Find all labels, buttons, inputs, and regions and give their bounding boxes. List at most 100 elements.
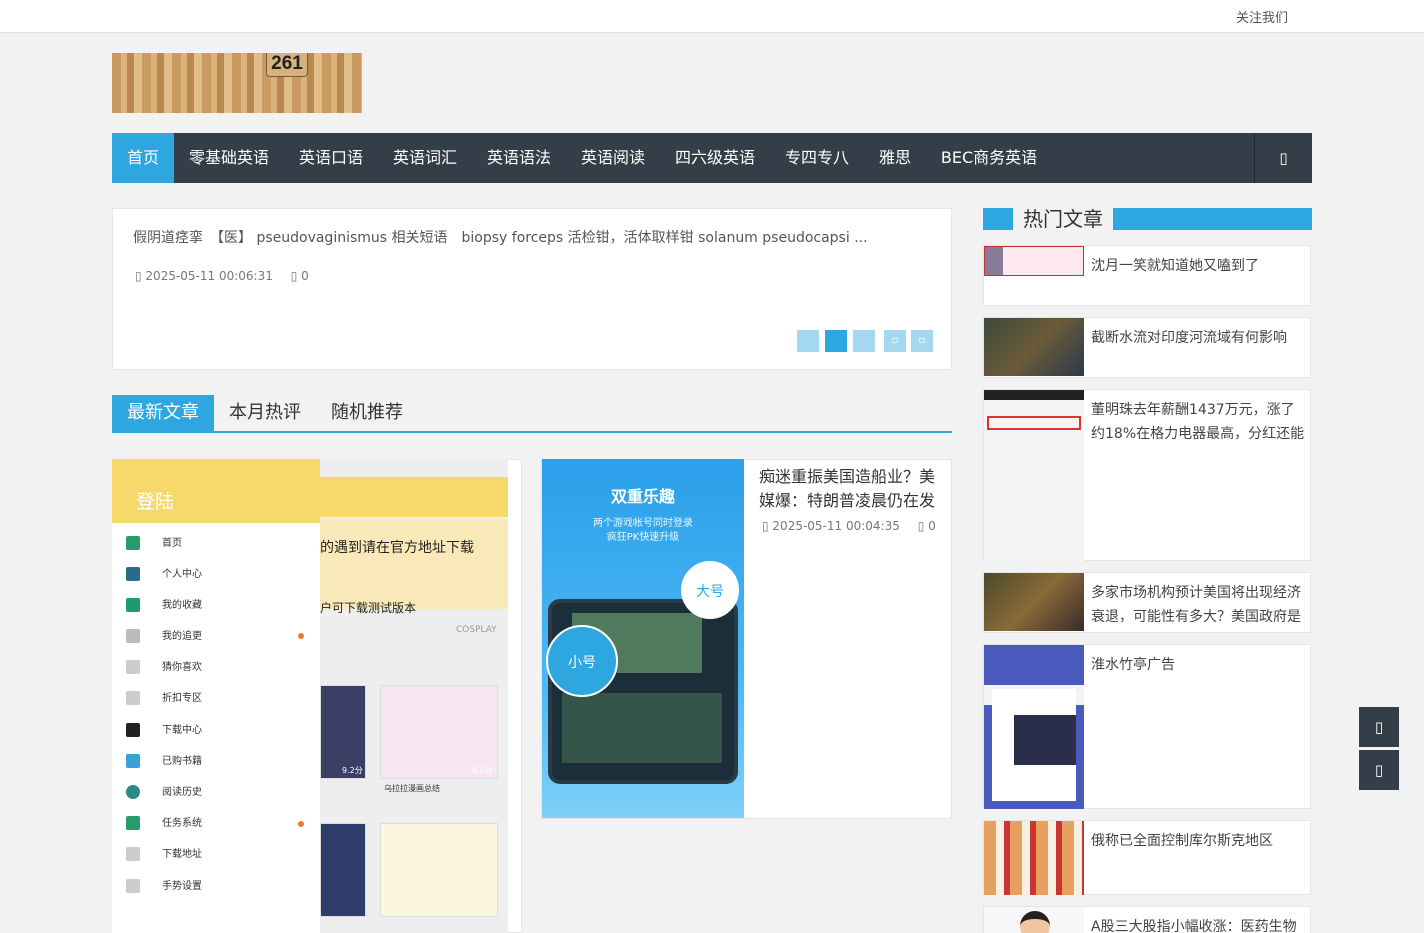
hot-articles-header: 热门文章 (983, 203, 1312, 235)
nav-item-basic-english[interactable]: 零基础英语 (174, 133, 284, 183)
follow-us-link[interactable]: 关注我们 (1236, 7, 1288, 26)
key-icon (126, 879, 140, 893)
app-drawer-menu: 首页 个人中心 我的收藏 我的追更 猜你喜欢 折扣专区 下载中心 已购书籍 阅读… (112, 523, 320, 933)
hot-article-title[interactable]: 淮水竹亭广告 (1091, 653, 1305, 677)
nav-item-reading[interactable]: 英语阅读 (566, 133, 660, 183)
notification-dot (298, 821, 304, 827)
info-icon (126, 785, 140, 799)
menu-item: 下载地址 (126, 845, 202, 865)
menu-item: 手势设置 (126, 877, 202, 897)
article-title[interactable]: 痴迷重振美国造船业？美媒爆：特朗普凌晨仍在发 (759, 465, 944, 513)
menu-item: 下载中心 (126, 721, 202, 741)
hot-article-item[interactable]: 多家市场机构预计美国将出现经济衰退，可能性有多大？美国政府是 (983, 572, 1311, 633)
hot-article-title[interactable]: 俄称已全面控制库尔斯克地区 (1091, 829, 1305, 853)
game-subtitle: 疯狂PK快速升级 (606, 532, 680, 543)
big-account-bubble: 大号 (681, 561, 739, 619)
game-heading: 双重乐趣 (610, 487, 675, 506)
hot-article-item[interactable]: 俄称已全面控制库尔斯克地区 (983, 820, 1311, 895)
float-share-button[interactable]: ▯ (1359, 707, 1399, 747)
flame-icon (126, 598, 140, 612)
hot-article-thumb[interactable] (984, 390, 1084, 561)
logo-tile: 261 (266, 53, 308, 77)
book-title: 乌拉拉漫画总结 (384, 784, 440, 793)
home-icon (126, 754, 140, 768)
hot-article-title[interactable]: 沈月一笑就知道她又嗑到了 (1091, 254, 1305, 278)
menu-item: 阅读历史 (126, 783, 202, 803)
hot-article-thumb[interactable] (984, 246, 1084, 276)
slider-dot[interactable]: ▫ (884, 330, 906, 352)
float-top-button[interactable]: ▯ (1359, 750, 1399, 790)
article-tabs: 最新文章 本月热评 随机推荐 (112, 395, 952, 433)
slider-dot[interactable] (797, 330, 819, 352)
nav-item-spoken-english[interactable]: 英语口语 (284, 133, 378, 183)
refresh-icon (126, 629, 140, 643)
camera-icon (126, 847, 140, 861)
slider-comments: ▯ 0 (290, 269, 309, 283)
nav-item-ielts[interactable]: 雅思 (864, 133, 926, 183)
hot-article-item[interactable]: 截断水流对印度河流域有何影响 (983, 317, 1311, 378)
dots-icon (126, 567, 140, 581)
article-meta: ▯ 2025-05-11 00:04:35 ▯ 0 (762, 519, 950, 533)
menu-item: 已购书籍 (126, 752, 202, 772)
hot-article-title[interactable]: 多家市场机构预计美国将出现经济衰退，可能性有多大？美国政府是 (1091, 581, 1305, 629)
tag-icon (126, 691, 140, 705)
menu-item: 折扣专区 (126, 689, 202, 709)
site-logo[interactable]: 261 (112, 53, 362, 113)
search-icon[interactable]: ▯ (1254, 133, 1312, 183)
download-icon (126, 723, 140, 737)
nav-item-vocabulary[interactable]: 英语词汇 (378, 133, 472, 183)
slider-meta: ▯ 2025-05-11 00:06:31 ▯ 0 (135, 269, 323, 283)
article-thumbnail-game[interactable]: 双重乐趣 两个游戏帐号同时登录 疯狂PK快速升级 大号 小号 (542, 459, 744, 818)
slider-dot[interactable] (853, 330, 875, 352)
hot-article-title[interactable]: A股三大股指小幅收涨：医药生物 (1091, 915, 1305, 933)
hot-article-item[interactable]: A股三大股指小幅收涨：医药生物 (983, 906, 1311, 933)
hot-articles-title: 热门文章 (1013, 203, 1113, 235)
hot-article-thumb[interactable] (984, 318, 1084, 376)
hot-article-title[interactable]: 截断水流对印度河流域有何影响 (1091, 326, 1305, 350)
top-bar: 关注我们 (0, 0, 1424, 33)
app-notice-text-2: 户可下载测试版本 (320, 601, 417, 615)
hot-article-title[interactable]: 董明珠去年薪酬1437万元，涨了约18%在格力电器最高，分红还能再 (1091, 398, 1305, 446)
small-account-bubble: 小号 (546, 625, 618, 697)
notification-dot (298, 633, 304, 639)
hot-article-thumb[interactable] (984, 645, 1084, 809)
slider-date: ▯ 2025-05-11 00:06:31 (135, 269, 273, 283)
cosplay-label: COSPLAY (456, 625, 497, 635)
game-subtitle: 两个游戏帐号同时登录 (593, 518, 693, 529)
nav-item-home[interactable]: 首页 (112, 133, 174, 183)
rating-label: 8.6分 (472, 766, 493, 775)
main-nav: 首页 零基础英语 英语口语 英语词汇 英语语法 英语阅读 四六级英语 专四专八 … (112, 133, 1312, 183)
hot-article-thumb[interactable] (984, 573, 1084, 631)
article-comments: ▯ 0 (917, 519, 936, 533)
menu-item: 个人中心 (126, 565, 202, 585)
menu-item: 我的收藏 (126, 596, 202, 616)
slider-dot[interactable]: ▫ (911, 330, 933, 352)
grid-icon (126, 816, 140, 830)
menu-item: 任务系统 (126, 814, 202, 834)
hot-article-thumb[interactable] (984, 821, 1084, 895)
slider-dot-active[interactable] (825, 330, 847, 352)
hot-article-item[interactable]: 沈月一笑就知道她又嗑到了 (983, 245, 1311, 306)
app-notice-text: 的遇到请在官方地址下载 (320, 540, 474, 556)
slider-excerpt[interactable]: 假阴道痉挛 【医】 pseudovaginismus 相关短语 biopsy f… (133, 227, 868, 247)
hot-article-thumb[interactable] (984, 907, 1084, 933)
hot-article-item[interactable]: 董明珠去年薪酬1437万元，涨了约18%在格力电器最高，分红还能再 (983, 389, 1311, 561)
tab-latest[interactable]: 最新文章 (112, 395, 214, 431)
menu-item: 首页 (126, 534, 182, 554)
menu-item: 我的追更 (126, 627, 202, 647)
nav-item-grammar[interactable]: 英语语法 (472, 133, 566, 183)
rating-label: 9.2分 (342, 766, 363, 775)
app-login-title: 登陆 (136, 491, 175, 513)
send-icon (126, 660, 140, 674)
app-background: 的遇到请在官方地址下载 户可下载测试版本 COSPLAY 9.2分 8.6分 乌… (320, 459, 508, 933)
nav-item-cet[interactable]: 四六级英语 (660, 133, 770, 183)
hot-article-item[interactable]: 淮水竹亭广告 (983, 644, 1311, 809)
grid-icon (126, 536, 140, 550)
article-thumbnail-app[interactable]: 的遇到请在官方地址下载 户可下载测试版本 COSPLAY 9.2分 8.6分 乌… (112, 459, 508, 933)
menu-item: 猜你喜欢 (126, 658, 202, 678)
nav-item-tem[interactable]: 专四专八 (770, 133, 864, 183)
tab-monthly-hot[interactable]: 本月热评 (216, 395, 314, 431)
tab-random[interactable]: 随机推荐 (318, 395, 416, 431)
featured-slider[interactable]: 假阴道痉挛 【医】 pseudovaginismus 相关短语 biopsy f… (112, 208, 952, 370)
nav-item-bec[interactable]: BEC商务英语 (926, 133, 1052, 183)
